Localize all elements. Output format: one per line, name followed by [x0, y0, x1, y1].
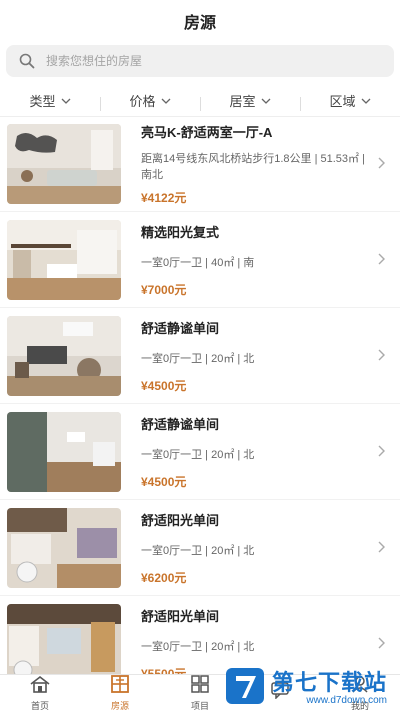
filter-area[interactable]: 区域 [300, 91, 400, 111]
list-item[interactable]: 舒适阳光单间 一室0厅一卫 | 20㎡ | 北 ¥6200元 [0, 500, 400, 596]
watermark-title: 第七下载站 [272, 670, 388, 695]
listing-title: 舒适静谧单间 [141, 320, 220, 336]
filter-bar: 类型 价格 居室 区域 [0, 85, 400, 117]
watermark-logo-icon [224, 664, 268, 708]
listing-photo [7, 603, 121, 674]
search-input[interactable] [46, 54, 346, 68]
list-item[interactable]: 亮马K-舒适两室一厅-A 距离14号线东风北桥站步行1.8公里 | 51.53㎡… [0, 116, 400, 212]
listing-price: ¥4500元 [141, 378, 187, 393]
listing-title: 舒适阳光单间 [141, 512, 220, 528]
search-icon [18, 52, 36, 70]
chevron-right-icon [378, 636, 388, 650]
tab-label: 房源 [110, 700, 129, 711]
listing-title: 舒适阳光单间 [141, 608, 220, 624]
filter-label: 类型 [29, 94, 56, 109]
listing-price: ¥6200元 [141, 570, 187, 585]
listing-photo [7, 411, 121, 492]
chevron-right-icon [378, 444, 388, 458]
chevron-down-icon [61, 96, 71, 106]
chevron-down-icon [361, 96, 371, 106]
listing-price: ¥4122元 [141, 190, 187, 205]
site-watermark: 第七下载站 www.d7down.com [222, 660, 400, 711]
list-item[interactable]: 舒适静谧单间 一室0厅一卫 | 20㎡ | 北 ¥4500元 [0, 404, 400, 500]
listing-price: ¥4500元 [141, 474, 187, 489]
tab-label: 项目 [190, 700, 209, 711]
listing-meta: 一室0厅一卫 | 20㎡ | 北 [141, 448, 255, 461]
filter-label: 区域 [329, 94, 356, 109]
list-item[interactable]: 舒适静谧单间 一室0厅一卫 | 20㎡ | 北 ¥4500元 [0, 308, 400, 404]
search-bar[interactable] [6, 45, 394, 77]
tab-listings[interactable]: 房源 [80, 674, 160, 711]
listing-meta: 一室0厅一卫 | 40㎡ | 南 [141, 256, 255, 269]
filter-label: 价格 [129, 94, 156, 109]
listing-title: 精选阳光复式 [141, 224, 220, 240]
page-title: 房源 [183, 15, 216, 32]
app-header: 房源 [0, 0, 400, 42]
listing-meta: 一室0厅一卫 | 20㎡ | 北 [141, 544, 255, 557]
home-icon [29, 675, 51, 698]
listing-meta: 一室0厅一卫 | 20㎡ | 北 [141, 640, 255, 653]
filter-type[interactable]: 类型 [0, 91, 100, 110]
filter-label: 居室 [229, 94, 256, 109]
listing-photo [7, 123, 121, 204]
listing-photo [7, 219, 121, 300]
filter-rooms[interactable]: 居室 [200, 91, 300, 111]
building-icon [110, 674, 130, 698]
chevron-right-icon [378, 540, 388, 554]
listing-photo [7, 507, 121, 588]
listing-title: 舒适静谧单间 [141, 416, 220, 432]
chevron-down-icon [261, 96, 271, 106]
chevron-right-icon [378, 348, 388, 362]
list-item[interactable]: 精选阳光复式 一室0厅一卫 | 40㎡ | 南 ¥7000元 [0, 212, 400, 308]
grid-icon [190, 674, 210, 698]
tab-home[interactable]: 首页 [0, 675, 80, 711]
chevron-right-icon [378, 252, 388, 266]
chevron-down-icon [161, 96, 171, 106]
filter-price[interactable]: 价格 [100, 91, 200, 111]
listing-price: ¥7000元 [141, 282, 187, 297]
listing-title: 亮马K-舒适两室一厅-A [141, 124, 273, 140]
listing-photo [7, 315, 121, 396]
tab-label: 首页 [30, 700, 49, 711]
listing-list: 亮马K-舒适两室一厅-A 距离14号线东风北桥站步行1.8公里 | 51.53㎡… [0, 116, 400, 674]
listing-meta: 距离14号线东风北桥站步行1.8公里 | 51.53㎡ | 南北 [141, 152, 365, 181]
listing-meta: 一室0厅一卫 | 20㎡ | 北 [141, 352, 255, 365]
chevron-right-icon [378, 156, 388, 170]
